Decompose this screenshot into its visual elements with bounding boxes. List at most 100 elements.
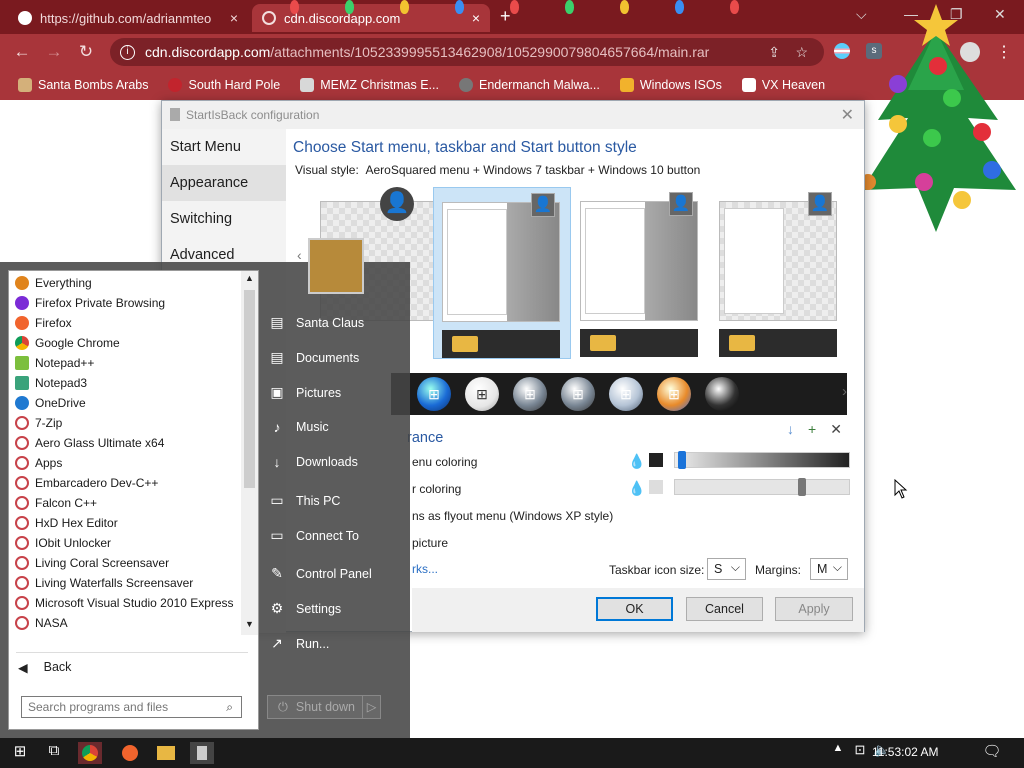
folder-icon (590, 335, 616, 351)
download-icon[interactable]: ↓ (787, 421, 794, 438)
nav-appearance[interactable]: Appearance (162, 165, 286, 201)
program-nasa[interactable]: NASA (9, 613, 258, 633)
side-item-user[interactable]: ▤ Santa Claus (268, 314, 364, 331)
firefox-taskbar-icon[interactable] (118, 742, 142, 764)
slider-thumb[interactable] (678, 451, 686, 469)
bookmark-santa-bombs-arabs[interactable]: Santa Bombs Arabs (10, 78, 156, 92)
scroll-down-icon[interactable]: ▼ (245, 619, 254, 629)
more-link[interactable]: rks... (412, 562, 438, 576)
chrome-taskbar-icon[interactable] (78, 742, 102, 764)
bookmark-windows-isos[interactable]: Windows ISOs (612, 78, 730, 92)
orb-win7-icon[interactable]: ⊞ (417, 377, 451, 411)
add-icon[interactable]: + (808, 421, 816, 438)
program-living-coral[interactable]: Living Coral Screensaver (9, 553, 258, 573)
nav-start-menu[interactable]: Start Menu (162, 129, 286, 165)
file-explorer-icon[interactable] (154, 742, 178, 764)
side-item-connect-to[interactable]: ▭ Connect To (268, 527, 359, 544)
ok-button[interactable]: OK (596, 597, 673, 621)
scroll-right-icon[interactable]: › (842, 383, 847, 400)
back-button[interactable]: ◀ Back (18, 660, 71, 675)
color-swatch-light[interactable] (649, 480, 663, 494)
user-icon: 👤 (669, 192, 693, 216)
close-dialog-button[interactable]: ✕ (841, 105, 854, 125)
share-icon[interactable]: ⇪ (768, 44, 780, 61)
bookmark-south-hard-pole[interactable]: South Hard Pole (160, 78, 288, 92)
program-notepad3[interactable]: Notepad3 (9, 373, 258, 393)
program-apps[interactable]: Apps (9, 453, 258, 473)
program-onedrive[interactable]: OneDrive (9, 393, 258, 413)
network-icon[interactable]: ⊡ (848, 742, 872, 764)
orb-black-icon[interactable] (705, 377, 739, 411)
program-falcon[interactable]: Falcon C++ (9, 493, 258, 513)
taskbar-icon-size-select[interactable]: S (707, 557, 746, 580)
shutdown-options-arrow-icon[interactable]: ▷ (362, 696, 380, 718)
program-google-chrome[interactable]: Google Chrome (9, 333, 258, 353)
orb-vista-icon[interactable]: ⊞ (657, 377, 691, 411)
folder-apps-icon (15, 536, 29, 550)
program-firefox-private[interactable]: Firefox Private Browsing (9, 293, 258, 313)
nav-switching[interactable]: Switching (162, 201, 286, 237)
scrollbar-thumb[interactable] (244, 290, 255, 488)
side-item-settings[interactable]: ⚙ Settings (268, 600, 341, 617)
program-embarcadero[interactable]: Embarcadero Dev-C++ (9, 473, 258, 493)
side-item-run[interactable]: ↗ Run... (268, 635, 329, 652)
remove-icon[interactable]: ✕ (830, 421, 842, 438)
program-living-waterfalls[interactable]: Living Waterfalls Screensaver (9, 573, 258, 593)
taskbar-clock[interactable]: 11:53:02 AM (872, 745, 939, 759)
orb-glass-icon[interactable]: ⊞ (609, 377, 643, 411)
program-iobit[interactable]: IObit Unlocker (9, 533, 258, 553)
program-firefox[interactable]: Firefox (9, 313, 258, 333)
tab-github[interactable]: https://github.com/adrianmteo × (8, 4, 248, 32)
style-thumb-4[interactable]: 👤 (711, 187, 849, 359)
menu-color-slider[interactable] (674, 451, 850, 469)
side-item-music[interactable]: ♪ Music (268, 419, 329, 435)
tray-overflow-icon[interactable]: ▲ (826, 742, 850, 764)
apply-button[interactable]: Apply (775, 597, 853, 621)
side-item-control-panel[interactable]: ✎ Control Panel (268, 565, 372, 582)
bookmark-star-icon[interactable]: ☆ (795, 44, 808, 61)
forward-arrow-icon[interactable]: → (38, 42, 70, 62)
close-icon[interactable]: × (472, 10, 480, 26)
orb-gray-icon[interactable]: ⊞ (561, 377, 595, 411)
style-actions: ↓ + ✕ (787, 421, 842, 438)
bookmark-endermanch-malware[interactable]: Endermanch Malwa... (451, 78, 608, 92)
margins-label: Margins: (755, 563, 802, 577)
bookmark-vx-heaven[interactable]: VX Heaven (734, 78, 833, 92)
orb-dark-icon[interactable]: ⊞ (513, 377, 547, 411)
visual-style-value: AeroSquared menu + Windows 7 taskbar + W… (365, 163, 701, 177)
cancel-button[interactable]: Cancel (686, 597, 763, 621)
shutdown-button[interactable]: ⏻ Shut down ▷ (267, 695, 381, 719)
slider-thumb[interactable] (798, 478, 806, 496)
reload-icon[interactable]: ↻ (70, 42, 102, 62)
taskbar-icon-size-label: Taskbar icon size: (609, 563, 705, 577)
scroll-up-icon[interactable]: ▲ (245, 273, 254, 283)
orb-win10-icon[interactable]: ⊞ (465, 377, 499, 411)
style-thumb-3[interactable]: 👤 (572, 187, 710, 359)
program-notepadpp[interactable]: Notepad++ (9, 353, 258, 373)
scroll-left-icon[interactable]: ‹ (297, 247, 302, 263)
program-everything[interactable]: Everything (9, 273, 258, 293)
close-icon[interactable]: × (230, 10, 238, 26)
windows-start-icon[interactable]: ⊞ (8, 742, 32, 764)
program-hxd[interactable]: HxD Hex Editor (9, 513, 258, 533)
search-input[interactable]: Search programs and files ⌕ (21, 696, 242, 718)
side-item-pictures[interactable]: ▣ Pictures (268, 384, 341, 401)
bookmark-memz-christmas[interactable]: MEMZ Christmas E... (292, 78, 447, 92)
startisback-taskbar-icon[interactable] (190, 742, 214, 764)
color-swatch-dark[interactable] (649, 453, 663, 467)
style-thumb-2-selected[interactable]: 👤 (433, 187, 571, 359)
side-item-downloads[interactable]: ↓ Downloads (268, 454, 358, 470)
address-bar[interactable]: i cdn.discordapp.com/attachments/1052339… (110, 38, 824, 66)
back-arrow-icon[interactable]: ← (6, 42, 38, 62)
program-aero-glass[interactable]: Aero Glass Ultimate x64 (9, 433, 258, 453)
side-item-documents[interactable]: ▤ Documents (268, 349, 359, 366)
avatar[interactable] (308, 238, 364, 294)
program-7zip[interactable]: 7-Zip (9, 413, 258, 433)
taskbar-color-slider[interactable] (674, 478, 850, 496)
margins-select[interactable]: M (810, 557, 848, 580)
program-msvs2010[interactable]: Microsoft Visual Studio 2010 Express (9, 593, 258, 613)
notifications-icon[interactable]: 🗨 (980, 742, 1004, 764)
task-view-icon[interactable]: ⧉ (42, 742, 66, 764)
info-icon[interactable]: i (120, 44, 135, 60)
side-item-this-pc[interactable]: ▭ This PC (268, 492, 340, 509)
